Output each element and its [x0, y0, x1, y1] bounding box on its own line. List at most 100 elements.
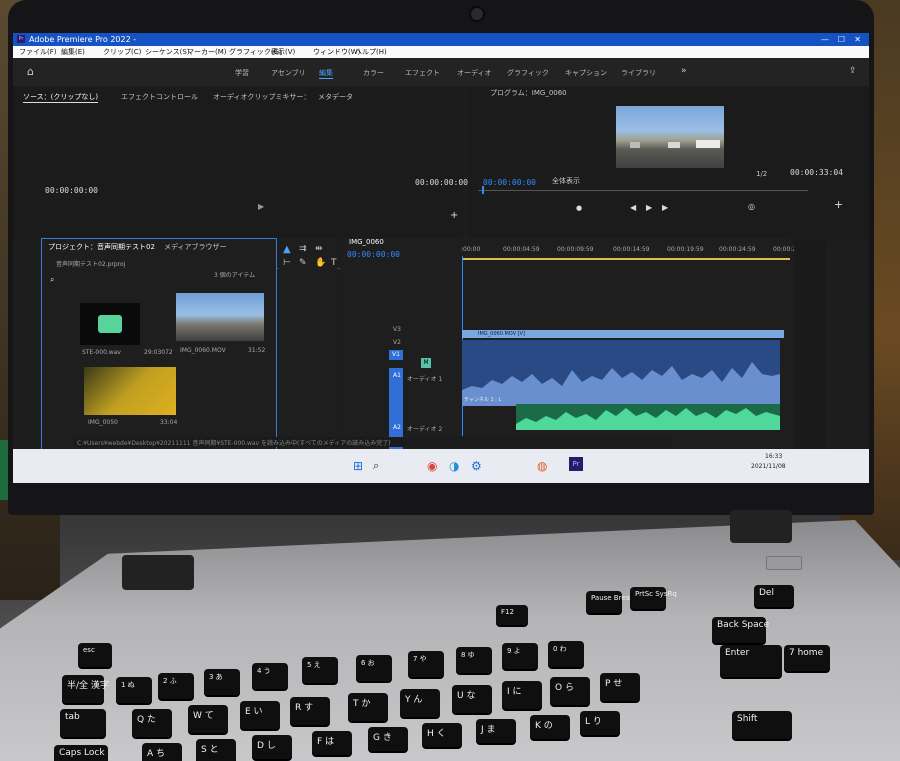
key-tab[interactable]: tab	[60, 709, 106, 737]
search-taskbar-icon[interactable]: ⌕	[373, 459, 379, 473]
edge-icon[interactable]: ◑	[449, 459, 459, 473]
tab-audio-clip-mixer[interactable]: オーディオクリップミキサー：	[213, 92, 310, 102]
project-tab[interactable]: プロジェクト：音声同期テスト02	[48, 242, 155, 252]
key-capslock[interactable]: Caps Lock	[54, 745, 108, 761]
work-area-bar[interactable]	[462, 258, 790, 260]
key-u[interactable]: U な	[452, 685, 492, 713]
key-k8[interactable]: 8 ゆ	[456, 647, 492, 673]
search-icon[interactable]: ⌕	[50, 275, 54, 285]
key-f[interactable]: F は	[312, 731, 352, 755]
track-v1-label[interactable]: V1	[389, 350, 403, 360]
chrome-icon[interactable]: ◉	[427, 459, 437, 473]
key-w[interactable]: W て	[188, 705, 228, 733]
video-clip[interactable]: IMG_0060.MOV [V]	[462, 330, 784, 338]
program-current-timecode[interactable]: 00:00:00:00	[483, 178, 536, 187]
key-pause[interactable]: Pause Break	[586, 591, 634, 613]
program-step-back-icon[interactable]: ◀	[630, 203, 636, 212]
program-fit-select[interactable]: 全体表示	[552, 176, 580, 186]
settings-icon[interactable]: ⚙	[471, 459, 482, 473]
program-in-timecode[interactable]: 00:00:00:00	[415, 178, 468, 187]
sequence-thumbnail[interactable]	[84, 367, 176, 415]
key-k4[interactable]: 4 う	[252, 663, 288, 689]
source-timecode[interactable]: 00:00:00:00	[45, 186, 98, 195]
power-button[interactable]	[766, 556, 802, 570]
key-shift[interactable]: Shift	[732, 711, 792, 739]
program-scrub-bar[interactable]	[478, 190, 808, 191]
program-marker-icon[interactable]: ●	[576, 204, 582, 212]
key-k7[interactable]: 7 や	[408, 651, 444, 677]
menu-item[interactable]: クリップ(C)	[103, 46, 141, 58]
start-icon[interactable]: ⊞	[353, 459, 363, 473]
menu-item[interactable]: ヘルプ(H)	[355, 46, 387, 58]
program-playhead[interactable]	[482, 186, 484, 194]
source-add-button-icon[interactable]: +	[450, 210, 458, 221]
sequence-tab[interactable]: IMG_0060	[349, 238, 384, 246]
menu-item[interactable]: シーケンス(S)	[145, 46, 190, 58]
key-e[interactable]: E い	[240, 701, 280, 729]
share-icon[interactable]: ⇪	[849, 66, 857, 76]
menu-item[interactable]: ウィンドウ(W)	[313, 46, 360, 58]
workspace-tab[interactable]: 編集	[319, 68, 333, 79]
key-i[interactable]: I に	[502, 681, 542, 709]
workspace-tab[interactable]: エフェクト	[405, 68, 440, 78]
key-delete[interactable]: Del	[754, 585, 794, 607]
mute-button[interactable]: M	[421, 358, 431, 368]
home-icon[interactable]: ⌂	[27, 65, 34, 78]
close-icon[interactable]: ✕	[854, 33, 861, 46]
key-l[interactable]: L り	[580, 711, 620, 735]
key-k6[interactable]: 6 お	[356, 655, 392, 681]
key-k9[interactable]: 9 よ	[502, 643, 538, 669]
type-tool-icon[interactable]: T	[331, 258, 337, 268]
firefox-icon[interactable]: ◍	[537, 459, 547, 473]
key-hankaku[interactable]: 半/全 漢字	[62, 675, 109, 703]
program-add-button-icon[interactable]: +	[834, 198, 843, 211]
key-k2[interactable]: 2 ふ	[158, 673, 194, 699]
program-play-icon[interactable]: ▶	[646, 203, 652, 212]
menu-item[interactable]: ファイル(F)	[19, 46, 57, 58]
key-p[interactable]: P せ	[600, 673, 640, 701]
video-clip-thumbnail[interactable]	[176, 293, 264, 341]
media-browser-tab[interactable]: メディアブラウザー	[164, 242, 227, 252]
ripple-edit-tool-icon[interactable]: ⇹	[315, 244, 323, 254]
key-k0[interactable]: 0 わ	[548, 641, 584, 667]
key-backspace[interactable]: Back Space	[712, 617, 769, 643]
workspace-tab[interactable]: カラー	[363, 68, 384, 78]
track-select-tool-icon[interactable]: ⇉	[299, 244, 307, 254]
key-home[interactable]: 7 home	[784, 645, 830, 671]
workspace-tab[interactable]: 学習	[235, 68, 249, 78]
key-esc[interactable]: esc	[78, 643, 112, 667]
tab-effect-controls[interactable]: エフェクトコントロール	[121, 92, 198, 102]
key-a[interactable]: A ち	[142, 743, 182, 761]
audio-clip-a1[interactable]: チャンネル 1 : L	[462, 340, 780, 406]
menu-item[interactable]: 編集(E)	[61, 46, 85, 58]
audio-clip-thumbnail[interactable]	[80, 303, 140, 345]
timeline-timecode[interactable]: 00:00:00:00	[347, 250, 400, 259]
key-y[interactable]: Y ん	[400, 689, 440, 717]
pen-tool-icon[interactable]: ✎	[299, 258, 307, 268]
audio-clip-a2[interactable]	[516, 404, 780, 430]
key-h[interactable]: H く	[422, 723, 462, 747]
tab-source[interactable]: ソース：(クリップなし)	[23, 92, 99, 103]
workspace-tab[interactable]: キャプション	[565, 68, 607, 78]
source-play-icon[interactable]: ▶	[258, 202, 264, 211]
key-j[interactable]: J ま	[476, 719, 516, 743]
workspace-tab[interactable]: オーディオ	[457, 68, 492, 78]
menu-item[interactable]: 表示(V)	[271, 46, 295, 58]
key-s[interactable]: S と	[196, 739, 236, 761]
workspace-more-button[interactable]: »	[681, 66, 687, 76]
selection-tool-icon[interactable]: ▲	[283, 244, 291, 255]
program-title[interactable]: プログラム：IMG_0060	[490, 88, 567, 98]
key-o[interactable]: O ら	[550, 677, 590, 705]
key-k[interactable]: K の	[530, 715, 570, 739]
workspace-tab[interactable]: グラフィック	[507, 68, 549, 78]
workspace-tab[interactable]: ライブラリ	[621, 68, 656, 78]
tab-metadata[interactable]: メタデータ	[318, 92, 353, 102]
key-q[interactable]: Q た	[132, 709, 172, 737]
key-g[interactable]: G き	[368, 727, 408, 751]
program-step-forward-icon[interactable]: ▶	[662, 203, 668, 212]
maximize-icon[interactable]: ☐	[838, 33, 845, 46]
key-k1[interactable]: 1 ぬ	[116, 677, 152, 703]
slip-tool-icon[interactable]: ⊢	[283, 258, 291, 268]
program-resolution-select[interactable]: 1/2	[756, 170, 767, 178]
minimize-icon[interactable]: —	[821, 33, 829, 46]
